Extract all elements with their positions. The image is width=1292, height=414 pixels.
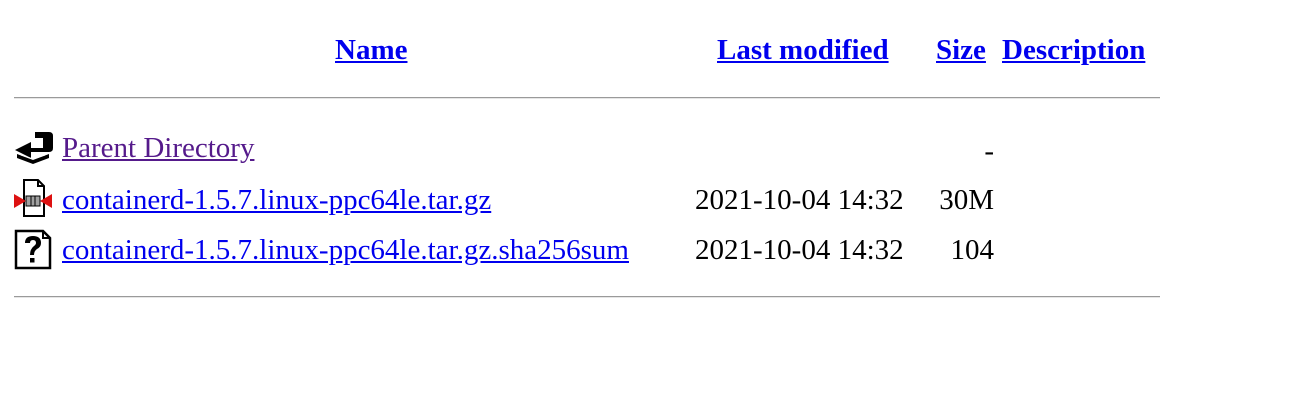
footer-divider bbox=[14, 296, 1160, 298]
table-row: containerd-1.5.7.linux-ppc64le.tar.gz.sh… bbox=[0, 228, 1292, 276]
back-arrow-icon bbox=[13, 128, 53, 170]
row-last-modified: 2021-10-04 14:32 bbox=[695, 234, 904, 266]
column-header-name[interactable]: Name bbox=[335, 30, 407, 70]
row-last-modified: 2021-10-04 14:32 bbox=[695, 184, 904, 216]
row-size: 30M bbox=[939, 184, 994, 216]
row-size: - bbox=[984, 135, 994, 167]
table-row: Parent Directory - bbox=[0, 126, 1292, 174]
header-divider bbox=[14, 97, 1160, 99]
row-link[interactable]: Parent Directory bbox=[62, 128, 254, 168]
column-header-last-modified[interactable]: Last modified bbox=[717, 30, 889, 70]
row-link[interactable]: containerd-1.5.7.linux-ppc64le.tar.gz.sh… bbox=[62, 230, 629, 270]
unknown-file-icon bbox=[13, 228, 53, 270]
compressed-archive-icon bbox=[13, 178, 53, 220]
table-row: containerd-1.5.7.linux-ppc64le.tar.gz 20… bbox=[0, 178, 1292, 226]
column-header-size[interactable]: Size bbox=[936, 30, 986, 70]
row-size: 104 bbox=[950, 234, 995, 266]
column-header-description[interactable]: Description bbox=[1002, 30, 1145, 70]
directory-listing: Name Last modified Size Description Pare… bbox=[0, 0, 1292, 414]
row-link[interactable]: containerd-1.5.7.linux-ppc64le.tar.gz bbox=[62, 180, 491, 220]
